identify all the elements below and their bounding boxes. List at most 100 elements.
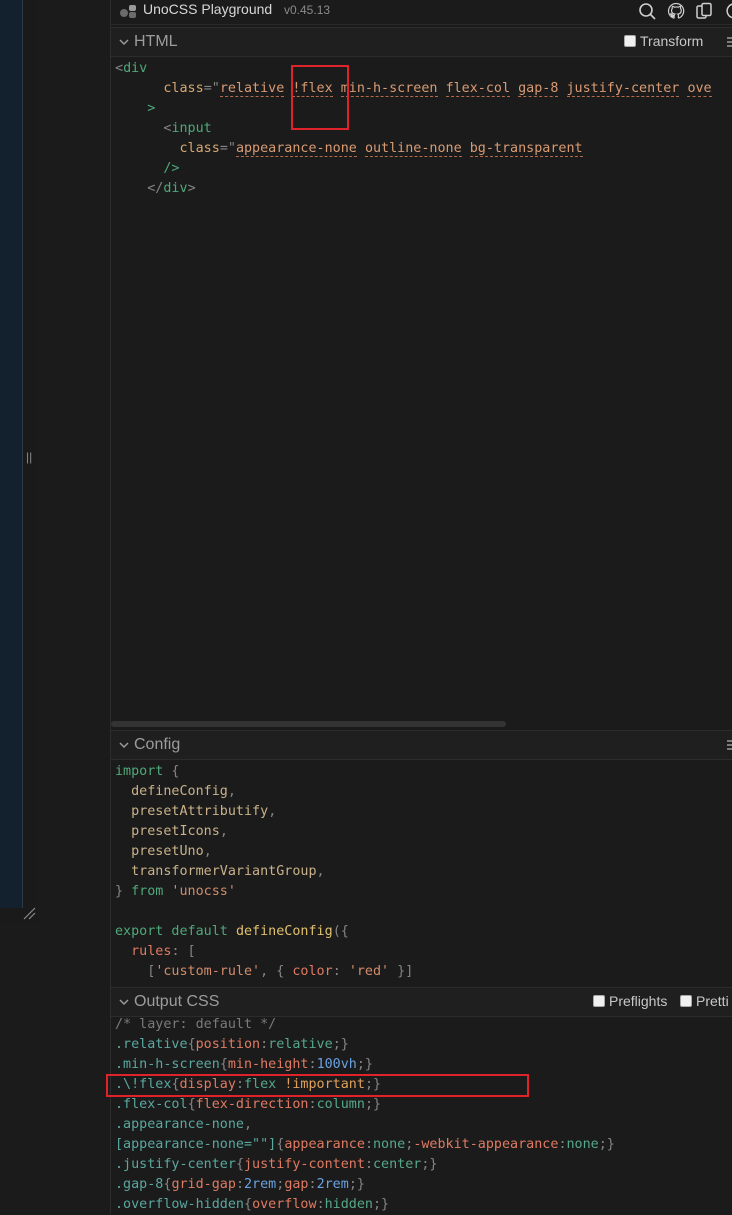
share-icon[interactable] [695,2,713,20]
code-token: 'unocss' [163,884,236,899]
code-line: /* layer: default */ [115,1015,615,1035]
top-bar: UnoCSS Playground v0.45.13 [111,0,732,25]
menu-icon[interactable] [725,35,732,49]
code-line: class="appearance-none outline-none bg-t… [115,139,712,159]
menu-icon[interactable] [725,738,732,752]
code-token: presetAttributify [115,804,269,819]
chevron-down-icon[interactable] [119,997,129,1007]
code-line: presetAttributify, [115,802,413,822]
code-token: flex-direction [195,1097,309,1112]
html-panel-header[interactable]: HTML Transform [111,27,732,57]
search-icon[interactable] [638,2,656,20]
code-token: gap [284,1177,309,1192]
preview-panel: || [0,0,38,924]
code-token: input [171,121,212,136]
code-token: flex-col [445,81,511,97]
html-editor[interactable]: <div class="relative !flex min-h-screen … [115,59,712,199]
code-token: column [316,1097,365,1112]
code-token: < [115,61,124,76]
chevron-down-icon[interactable] [119,37,129,47]
code-token: div [123,61,148,76]
code-token: 'custom-rule' [155,964,261,979]
github-icon[interactable] [667,2,685,20]
code-token: ;} [421,1157,438,1172]
output-css-viewer[interactable]: /* layer: default */.relative{position:r… [115,1015,615,1215]
code-token: min-h-screen [340,81,438,97]
theme-icon[interactable] [723,2,732,20]
code-token: : [332,964,349,979]
code-token: class [163,81,204,96]
code-token: ;} [598,1137,615,1152]
code-token: > [187,181,196,196]
code-token: 100vh [316,1057,357,1072]
prettify-checkbox-box[interactable] [680,995,692,1007]
code-token: .relative [115,1037,188,1052]
code-token: 'red' [348,964,390,979]
output-panel-header[interactable]: Output CSS Preflights Pretti [111,987,732,1017]
preflights-checkbox-box[interactable] [593,995,605,1007]
code-token: .min-h-screen [115,1057,220,1072]
code-token: appearance [284,1137,365,1152]
chevron-down-icon[interactable] [119,740,129,750]
code-line: } from 'unocss' [115,882,413,902]
code-token: [ [115,964,156,979]
code-token: from [131,884,164,899]
code-line: </div> [115,179,712,199]
transform-checkbox-box[interactable] [624,35,636,47]
code-token: -webkit-appearance [413,1137,559,1152]
code-token: { [163,764,180,779]
code-token: , [268,804,277,819]
code-token: .appearance-none [115,1117,244,1132]
config-editor[interactable]: import { defineConfig, presetAttributify… [115,762,413,982]
splitter-handle[interactable]: || [26,450,32,464]
code-token: : [364,1137,373,1152]
html-editor-scrollbar[interactable] [111,721,506,727]
code-token: color [292,964,333,979]
resize-grip-icon[interactable] [22,906,36,920]
code-token: min-height [227,1057,309,1072]
prettify-checkbox[interactable]: Pretti [680,993,729,1009]
code-token: justify-content [244,1157,365,1172]
code-token: outline-none [364,141,462,157]
code-line: ['custom-rule', { color: 'red' }] [115,962,413,982]
code-token: justify-center [566,81,680,97]
code-token: > [147,101,156,116]
code-token: ;} [332,1037,349,1052]
code-line: presetUno, [115,842,413,862]
code-line: .overflow-hidden{overflow:hidden;} [115,1195,615,1215]
code-token: presetUno [115,844,204,859]
code-token: </ [147,181,164,196]
code-token: bg-transparent [469,141,583,157]
code-line: transformerVariantGroup, [115,862,413,882]
code-token: overflow [252,1197,317,1212]
code-token: export default [115,924,228,939]
code-token: .overflow-hidden [115,1197,244,1212]
code-token: { [244,1197,253,1212]
code-token: rules [115,944,172,959]
code-line: rules: [ [115,942,413,962]
code-token: ;} [348,1177,365,1192]
code-line: presetIcons, [115,822,413,842]
code-token: { [235,1157,244,1172]
code-token: =" [203,81,220,96]
code-line: .flex-col{flex-direction:column;} [115,1095,615,1115]
code-token: presetIcons [115,824,220,839]
transform-checkbox[interactable]: Transform [624,33,703,49]
preflights-checkbox[interactable]: Preflights [593,993,667,1009]
code-line: .min-h-screen{min-height:100vh;} [115,1055,615,1075]
empty-area [0,924,110,1214]
code-token: { [187,1037,196,1052]
config-panel-header[interactable]: Config [111,730,732,760]
code-token: none [566,1137,599,1152]
code-token: : [260,1037,269,1052]
highlight-box-flex [291,65,349,130]
